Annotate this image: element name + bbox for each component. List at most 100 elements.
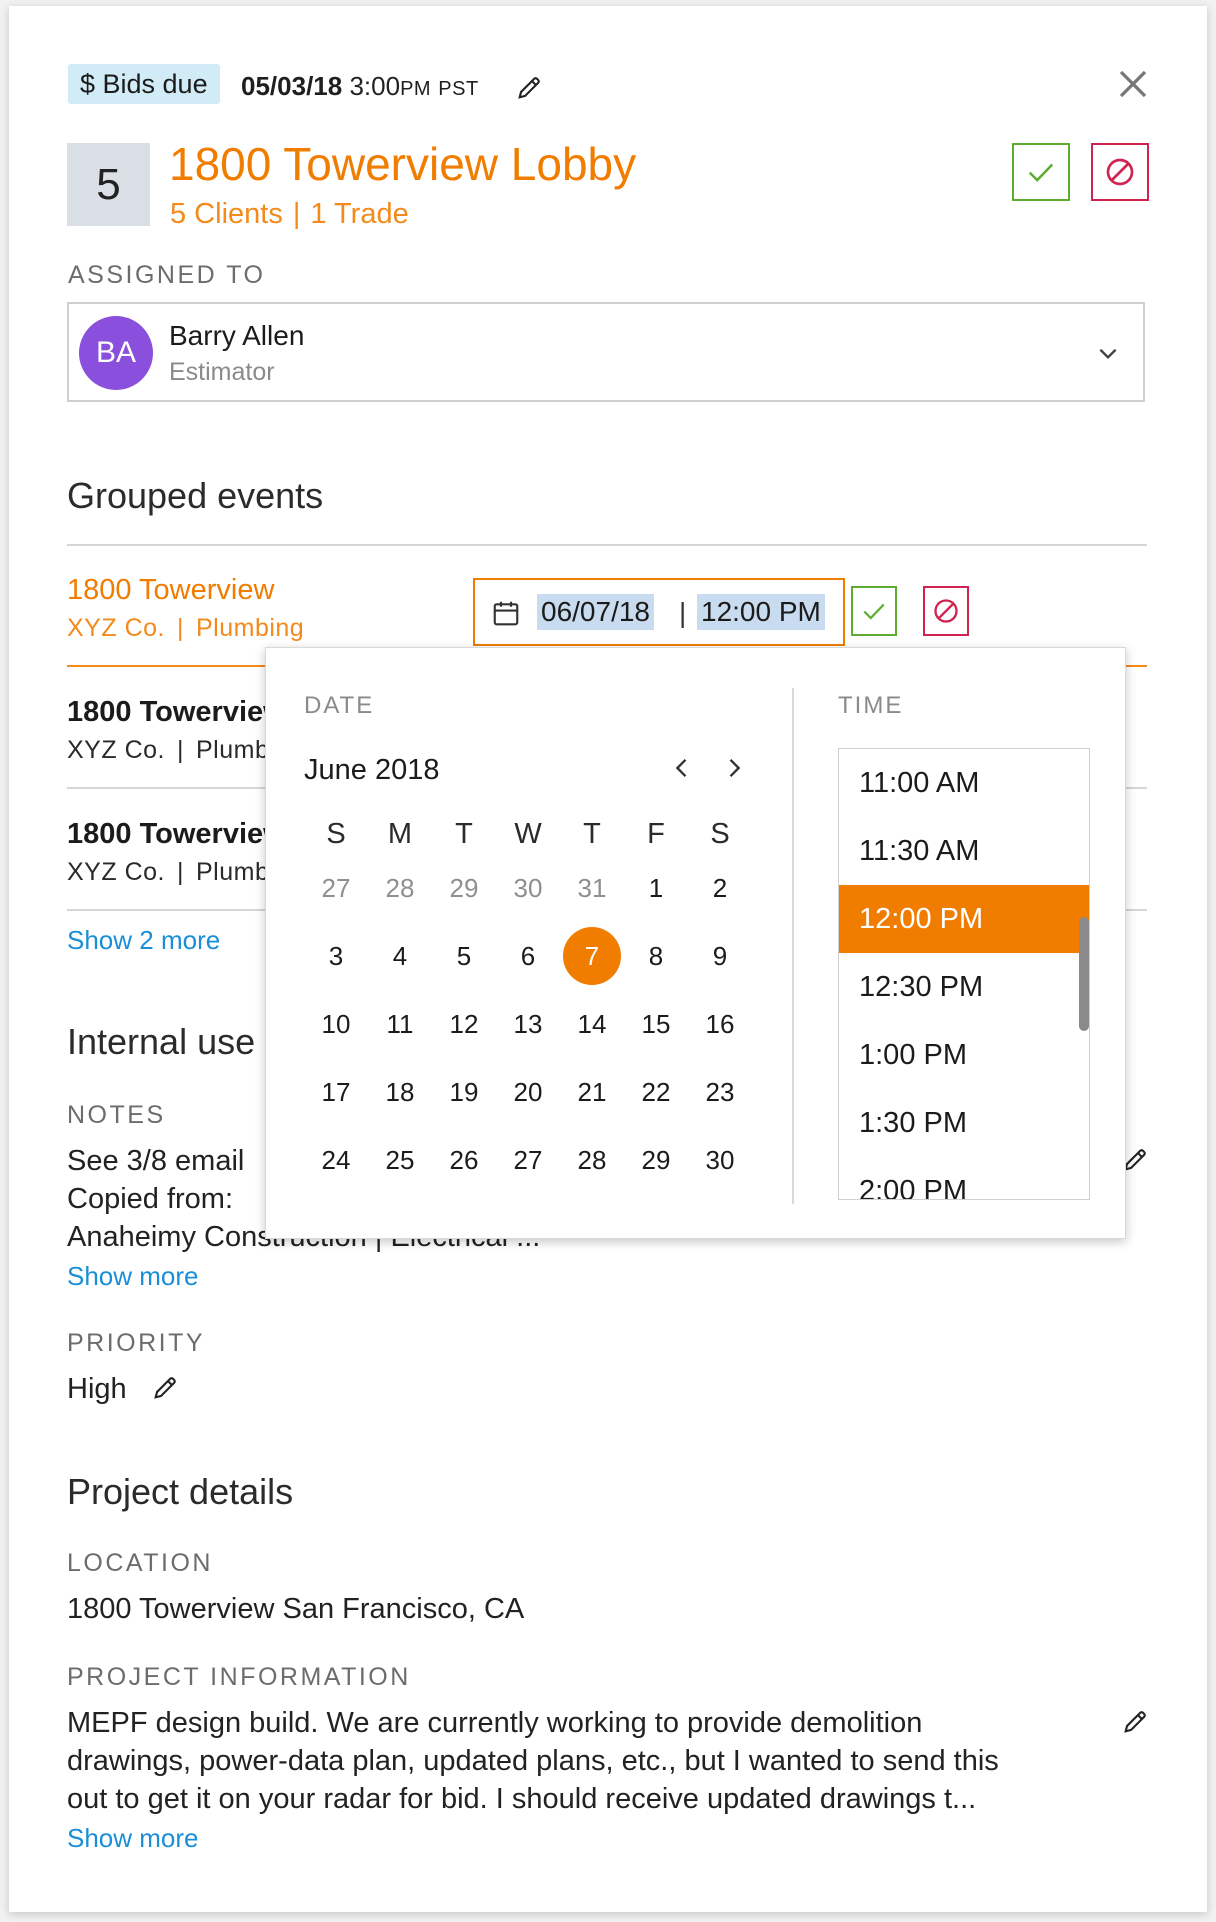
- check-icon: [1028, 163, 1054, 182]
- calendar-day[interactable]: 1: [624, 856, 688, 920]
- project-count-box: 5: [67, 143, 150, 226]
- project-info-line: MEPF design build. We are currently work…: [67, 1707, 923, 1739]
- time-value[interactable]: 12:00 PM: [697, 594, 825, 630]
- calendar-day[interactable]: 9: [688, 924, 752, 988]
- priority-label: PRIORITY: [67, 1329, 206, 1357]
- decline-event-button[interactable]: [923, 586, 969, 636]
- accept-bid-button[interactable]: [1012, 143, 1070, 201]
- calendar-day[interactable]: 11: [368, 992, 432, 1056]
- calendar-day[interactable]: 15: [624, 992, 688, 1056]
- calendar-day[interactable]: 27: [304, 856, 368, 920]
- project-info-line: out to get it on your radar for bid. I s…: [67, 1783, 977, 1815]
- time-option[interactable]: 1:30 PM: [839, 1089, 1089, 1157]
- calendar-day[interactable]: 26: [432, 1128, 496, 1192]
- calendar-day[interactable]: 19: [432, 1060, 496, 1124]
- calendar-day[interactable]: 17: [304, 1060, 368, 1124]
- pencil-icon: [154, 1377, 176, 1399]
- time-option[interactable]: 11:30 AM: [839, 817, 1089, 885]
- calendar-day[interactable]: 5: [432, 924, 496, 988]
- calendar-day[interactable]: 10: [304, 992, 368, 1056]
- show-more-project-info-link[interactable]: Show more: [67, 1822, 199, 1854]
- project-info-line: drawings, power-data plan, updated plans…: [67, 1745, 999, 1777]
- event-title[interactable]: 1800 Towerview: [67, 694, 286, 730]
- calendar-day[interactable]: 30: [688, 1128, 752, 1192]
- weekday-header: S: [710, 818, 730, 850]
- calendar-day[interactable]: 20: [496, 1060, 560, 1124]
- weekday-header: T: [583, 818, 601, 850]
- calendar-day[interactable]: 28: [560, 1128, 624, 1192]
- time-list-scrollbar[interactable]: [1079, 917, 1089, 1031]
- calendar-day[interactable]: 2: [688, 856, 752, 920]
- edit-project-info-button[interactable]: [1121, 1708, 1149, 1741]
- calendar-day-selected[interactable]: 7: [560, 924, 624, 988]
- time-option[interactable]: 12:30 PM: [839, 953, 1089, 1021]
- datetime-picker-popover: DATE June 2018 S M T W T F S 27 28 29 30 31 1 2 3 4 5 6 7 8…: [265, 647, 1126, 1239]
- due-datetime: 05/03/18 3:00PM PST: [241, 70, 479, 105]
- due-ampm: PM: [400, 78, 432, 100]
- event-company: XYZ Co.: [67, 858, 165, 886]
- chevron-right-icon[interactable]: [720, 754, 748, 782]
- calendar-day[interactable]: 27: [496, 1128, 560, 1192]
- time-section-label: TIME: [838, 692, 904, 719]
- confirm-event-button[interactable]: [851, 586, 897, 636]
- time-list[interactable]: 11:00 AM 11:30 AM 12:00 PM 12:30 PM 1:00 PM 1…: [838, 748, 1090, 1200]
- picker-divider: [792, 688, 794, 1204]
- calendar-day[interactable]: 6: [496, 924, 560, 988]
- date-value[interactable]: 06/07/18: [537, 594, 654, 630]
- close-icon[interactable]: [1115, 66, 1151, 102]
- grouped-events-heading: Grouped events: [67, 475, 324, 516]
- event-title[interactable]: 1800 Towerview: [67, 572, 274, 608]
- calendar-day[interactable]: 18: [368, 1060, 432, 1124]
- calendar-day[interactable]: 14: [560, 992, 624, 1056]
- calendar-day[interactable]: 13: [496, 992, 560, 1056]
- calendar-day[interactable]: 12: [432, 992, 496, 1056]
- decline-bid-button[interactable]: [1091, 143, 1149, 201]
- bids-due-badge: $ Bids due: [68, 64, 220, 104]
- event-trade: Plumbing: [195, 614, 305, 642]
- clients-count[interactable]: 5 Clients: [170, 198, 283, 230]
- block-icon: [1106, 158, 1134, 186]
- project-info-label: PROJECT INFORMATION: [67, 1663, 411, 1691]
- calendar-day[interactable]: 22: [624, 1060, 688, 1124]
- event-datetime-input[interactable]: 06/07/18 | 12:00 PM: [473, 578, 845, 646]
- due-timezone: PST: [438, 78, 479, 100]
- show-more-events-link[interactable]: Show 2 more: [67, 924, 220, 956]
- calendar-day[interactable]: 29: [432, 856, 496, 920]
- time-option[interactable]: 1:00 PM: [839, 1021, 1089, 1089]
- calendar-day[interactable]: 24: [304, 1128, 368, 1192]
- weekday-header: W: [514, 818, 542, 850]
- weekday-header: M: [387, 818, 413, 850]
- calendar-day[interactable]: 8: [624, 924, 688, 988]
- trades-count[interactable]: 1 Trade: [310, 198, 408, 230]
- calendar-day[interactable]: 31: [560, 856, 624, 920]
- calendar-day[interactable]: 25: [368, 1128, 432, 1192]
- calendar-day[interactable]: 3: [304, 924, 368, 988]
- separator: |: [292, 198, 301, 230]
- event-title[interactable]: 1800 Towerview: [67, 816, 286, 852]
- assignee-select[interactable]: BA Barry Allen Estimator: [67, 302, 1145, 402]
- calendar-day[interactable]: 23: [688, 1060, 752, 1124]
- time-option[interactable]: 11:00 AM: [839, 749, 1089, 817]
- calendar-day[interactable]: 21: [560, 1060, 624, 1124]
- time-option-selected[interactable]: 12:00 PM: [839, 885, 1089, 953]
- assignee-name: Barry Allen: [169, 320, 305, 351]
- location-label: LOCATION: [67, 1549, 213, 1577]
- calendar-day[interactable]: 16: [688, 992, 752, 1056]
- pencil-icon: [1124, 1711, 1146, 1733]
- edit-priority-button[interactable]: [151, 1374, 179, 1407]
- edit-due-date-button[interactable]: [515, 74, 543, 107]
- show-more-notes-link[interactable]: Show more: [67, 1260, 199, 1292]
- avatar: BA: [79, 316, 153, 390]
- due-time: 3:00: [349, 71, 401, 101]
- calendar-day[interactable]: 30: [496, 856, 560, 920]
- calendar-day[interactable]: 29: [624, 1128, 688, 1192]
- assigned-to-label: ASSIGNED TO: [68, 261, 266, 289]
- time-option[interactable]: 2:00 PM: [839, 1157, 1089, 1199]
- calendar-day[interactable]: 28: [368, 856, 432, 920]
- calendar-day[interactable]: 4: [368, 924, 432, 988]
- notes-label: NOTES: [67, 1101, 166, 1129]
- chevron-left-icon[interactable]: [668, 754, 696, 782]
- project-subtitle: 5 Clients | 1 Trade: [170, 196, 409, 232]
- calendar-grid: S M T W T F S 27 28 29 30 31 1 2 3 4 5 6 7 8 9 10 11 12 13 14 15 16…: [304, 818, 752, 1198]
- event-company: XYZ Co.: [67, 736, 165, 764]
